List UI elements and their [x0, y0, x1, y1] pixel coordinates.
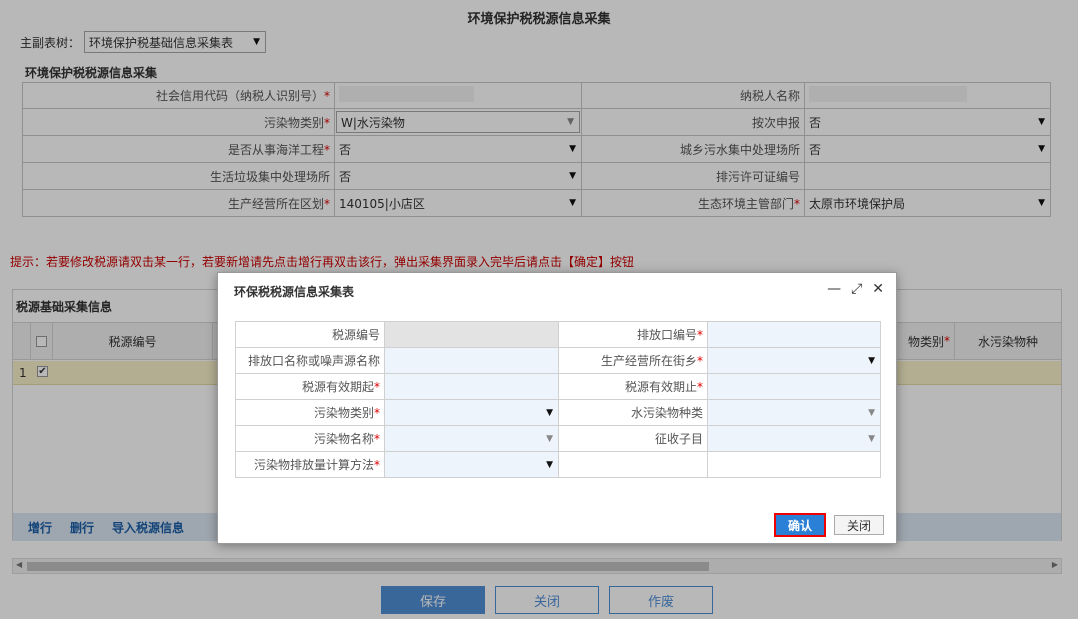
pollutant-type-label: 污染物类别*	[235, 399, 385, 426]
tax-item-select[interactable]: ▼	[707, 425, 881, 452]
dialog-tools: — ⤢ ✕	[817, 281, 884, 297]
water-kind-select[interactable]: ▼	[707, 399, 881, 426]
pollutant-name-label: 污染物名称*	[235, 425, 385, 452]
empty-cell	[558, 451, 708, 478]
pollutant-type-select[interactable]: ▼	[384, 399, 559, 426]
outlet-code-label: 排放口编号*	[558, 321, 708, 348]
dialog-close-button[interactable]: 关闭	[834, 515, 884, 535]
close-icon[interactable]: ✕	[872, 281, 884, 297]
street-label: 生产经营所在街乡*	[558, 347, 708, 374]
chevron-down-icon: ▼	[546, 433, 553, 444]
chevron-down-icon: ▼	[868, 433, 875, 444]
source-code-label: 税源编号	[235, 321, 385, 348]
chevron-down-icon: ▼	[868, 355, 875, 366]
valid-from-field[interactable]	[384, 373, 559, 400]
outlet-name-label: 排放口名称或噪声源名称	[235, 347, 385, 374]
source-code-field	[384, 321, 559, 348]
calc-method-label: 污染物排放量计算方法*	[235, 451, 385, 478]
outlet-code-field[interactable]	[707, 321, 881, 348]
maximize-icon[interactable]: ⤢	[851, 281, 862, 297]
valid-from-label: 税源有效期起*	[235, 373, 385, 400]
empty-cell	[707, 451, 881, 478]
minimize-icon[interactable]: —	[827, 281, 841, 297]
confirm-button[interactable]: 确认	[774, 513, 826, 537]
dialog-title: 环保税税源信息采集表	[234, 285, 355, 299]
pollutant-name-select[interactable]: ▼	[384, 425, 559, 452]
tax-item-label: 征收子目	[558, 425, 708, 452]
collection-dialog: 环保税税源信息采集表 — ⤢ ✕ 税源编号 排放口编号* 排放口名称或噪声源名称…	[217, 272, 897, 544]
dialog-buttons: 确认 关闭	[774, 513, 884, 537]
calc-method-select[interactable]: ▼	[384, 451, 559, 478]
street-select[interactable]: ▼	[707, 347, 881, 374]
valid-to-field[interactable]	[707, 373, 881, 400]
chevron-down-icon: ▼	[868, 407, 875, 418]
water-kind-label: 水污染物种类	[558, 399, 708, 426]
dialog-form: 税源编号 排放口编号* 排放口名称或噪声源名称 生产经营所在街乡* ▼ 税源有效…	[235, 321, 881, 478]
chevron-down-icon: ▼	[546, 407, 553, 418]
chevron-down-icon: ▼	[546, 459, 553, 470]
valid-to-label: 税源有效期止*	[558, 373, 708, 400]
outlet-name-field[interactable]	[384, 347, 559, 374]
